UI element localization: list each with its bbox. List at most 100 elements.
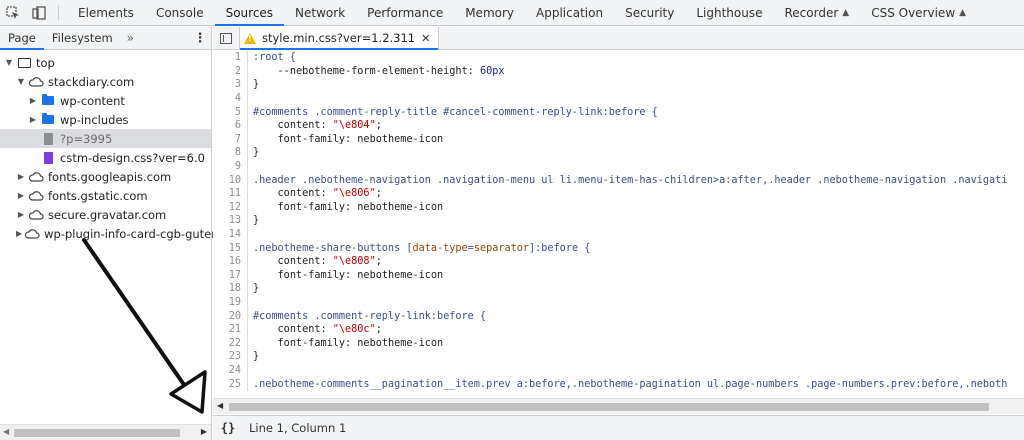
- code-line[interactable]: 22 font-family: nebotheme-icon: [213, 336, 1024, 351]
- tab-memory[interactable]: Memory: [454, 0, 525, 25]
- code-line[interactable]: 11 content: "\e806";: [213, 186, 1024, 201]
- tree-item[interactable]: cstm-design.css?ver=6.0: [0, 148, 211, 167]
- collapsed-triangle-icon[interactable]: ▶: [16, 191, 26, 200]
- editor-horizontal-scrollbar[interactable]: ◀: [213, 398, 1024, 414]
- tab-recorder[interactable]: Recorder ▲: [774, 0, 861, 25]
- line-number[interactable]: 19: [213, 295, 248, 310]
- tab-lighthouse[interactable]: Lighthouse: [685, 0, 773, 25]
- line-number[interactable]: 9: [213, 159, 248, 174]
- scroll-left-icon[interactable]: ◀: [217, 401, 223, 410]
- pretty-print-icon[interactable]: {}: [213, 421, 243, 435]
- collapsed-triangle-icon[interactable]: ▶: [16, 172, 26, 181]
- line-number[interactable]: 23: [213, 350, 248, 364]
- code-line[interactable]: 14: [213, 227, 1024, 242]
- tree-item[interactable]: ▶ wp-content: [0, 91, 211, 110]
- code-line[interactable]: 24: [213, 363, 1024, 378]
- collapsed-triangle-icon[interactable]: ▶: [16, 229, 22, 238]
- more-tabs-button[interactable]: »: [121, 27, 140, 49]
- scroll-left-icon[interactable]: ◀: [3, 427, 9, 436]
- line-number[interactable]: 24: [213, 363, 248, 378]
- collapsed-triangle-icon[interactable]: ▶: [28, 115, 38, 124]
- tab-performance[interactable]: Performance: [356, 0, 454, 25]
- code-line[interactable]: 17 font-family: nebotheme-icon: [213, 268, 1024, 283]
- line-number[interactable]: 8: [213, 146, 248, 160]
- tab-console[interactable]: Console: [145, 0, 215, 25]
- line-number[interactable]: 7: [213, 132, 248, 147]
- line-number[interactable]: 2: [213, 64, 248, 79]
- line-number[interactable]: 10: [213, 173, 248, 187]
- line-number[interactable]: 12: [213, 200, 248, 215]
- line-number[interactable]: 3: [213, 78, 248, 92]
- tree-item[interactable]: ▶ wp-includes: [0, 110, 211, 129]
- tree-item[interactable]: ▼ top: [0, 53, 211, 72]
- close-icon[interactable]: ✕: [421, 32, 430, 45]
- code-text: .header .nebotheme-navigation .navigatio…: [253, 174, 1008, 186]
- code-line[interactable]: 1:root {: [213, 51, 1024, 65]
- code-line[interactable]: 13}: [213, 214, 1024, 228]
- expanded-triangle-icon[interactable]: ▼: [4, 58, 14, 67]
- line-number[interactable]: 5: [213, 105, 248, 119]
- toggle-navigator-icon[interactable]: [213, 27, 239, 49]
- code-line[interactable]: 20 #comments .comment-reply-link:before {: [213, 309, 1024, 323]
- code-line[interactable]: 3}: [213, 78, 1024, 92]
- tab-elements[interactable]: Elements: [67, 0, 145, 25]
- code-line[interactable]: 16 content: "\e808";: [213, 254, 1024, 269]
- code-line[interactable]: 23}: [213, 350, 1024, 364]
- kebab-menu-icon[interactable]: ⋮: [189, 27, 211, 49]
- scrollbar-thumb[interactable]: [14, 429, 180, 437]
- line-number[interactable]: 6: [213, 118, 248, 133]
- tree-item[interactable]: ▶ fonts.googleapis.com: [0, 167, 211, 186]
- code-line[interactable]: 8}: [213, 146, 1024, 160]
- line-number[interactable]: 20: [213, 309, 248, 323]
- file-tab[interactable]: style.min.css?ver=1.2.311 ✕: [239, 27, 440, 50]
- code-text: }: [253, 215, 260, 227]
- code-line[interactable]: 15 .nebotheme-share-buttons [data-type=se…: [213, 241, 1024, 255]
- tree-item[interactable]: ▶ wp-plugin-info-card-cgb-guten-b: [0, 224, 230, 243]
- code-line[interactable]: 4: [213, 91, 1024, 106]
- line-number[interactable]: 17: [213, 268, 248, 283]
- scrollbar-thumb[interactable]: [229, 403, 989, 411]
- navigator-horizontal-scrollbar[interactable]: ◀ ▶: [0, 424, 211, 440]
- tree-item[interactable]: ?p=3995: [0, 129, 211, 148]
- line-number[interactable]: 15: [213, 241, 248, 255]
- inspect-element-icon[interactable]: [0, 0, 26, 26]
- tab-network[interactable]: Network: [284, 0, 356, 25]
- code-line[interactable]: 6 content: "\e804";: [213, 118, 1024, 133]
- tree-item[interactable]: ▶ secure.gravatar.com: [0, 205, 211, 224]
- code-editor[interactable]: 1:root {2 --nebotheme-form-element-heigh…: [213, 51, 1024, 398]
- code-line[interactable]: 7 font-family: nebotheme-icon: [213, 132, 1024, 147]
- code-line[interactable]: 19: [213, 295, 1024, 310]
- code-line[interactable]: 10 .header .nebotheme-navigation .navigat…: [213, 173, 1024, 187]
- device-toolbar-icon[interactable]: [26, 0, 52, 26]
- code-line[interactable]: 5 #comments .comment-reply-title #cancel-…: [213, 105, 1024, 119]
- line-number[interactable]: 22: [213, 336, 248, 351]
- tab-security[interactable]: Security: [614, 0, 685, 25]
- line-number[interactable]: 11: [213, 186, 248, 201]
- code-line[interactable]: 25 .nebotheme-comments__pagination__item.…: [213, 377, 1024, 391]
- code-line[interactable]: 18}: [213, 282, 1024, 296]
- code-line[interactable]: 9: [213, 159, 1024, 174]
- line-number[interactable]: 16: [213, 254, 248, 269]
- line-number[interactable]: 21: [213, 322, 248, 337]
- code-line[interactable]: 21 content: "\e80c";: [213, 322, 1024, 337]
- line-number[interactable]: 18: [213, 282, 248, 296]
- scroll-right-icon[interactable]: ▶: [201, 427, 207, 436]
- line-number[interactable]: 14: [213, 227, 248, 242]
- line-number[interactable]: 4: [213, 91, 248, 106]
- line-number[interactable]: 13: [213, 214, 248, 228]
- line-number[interactable]: 1: [213, 51, 248, 65]
- code-line[interactable]: 2 --nebotheme-form-element-height: 60px: [213, 64, 1024, 79]
- tab-page[interactable]: Page: [0, 27, 44, 50]
- code-line[interactable]: 12 font-family: nebotheme-icon: [213, 200, 1024, 215]
- tab-css-overview[interactable]: CSS Overview ▲: [860, 0, 977, 25]
- tree-item[interactable]: ▼ stackdiary.com: [0, 72, 211, 91]
- tab-application[interactable]: Application: [525, 0, 614, 25]
- line-number[interactable]: 25: [213, 377, 248, 391]
- expanded-triangle-icon[interactable]: ▼: [16, 77, 26, 86]
- collapsed-triangle-icon[interactable]: ▶: [28, 96, 38, 105]
- tree-item[interactable]: ▶ fonts.gstatic.com: [0, 186, 211, 205]
- devtools-tab-bar: Elements Console Sources Network Performance…: [0, 0, 1024, 26]
- tab-filesystem[interactable]: Filesystem: [44, 27, 121, 49]
- tab-sources[interactable]: Sources: [214, 0, 285, 26]
- collapsed-triangle-icon[interactable]: ▶: [16, 210, 26, 219]
